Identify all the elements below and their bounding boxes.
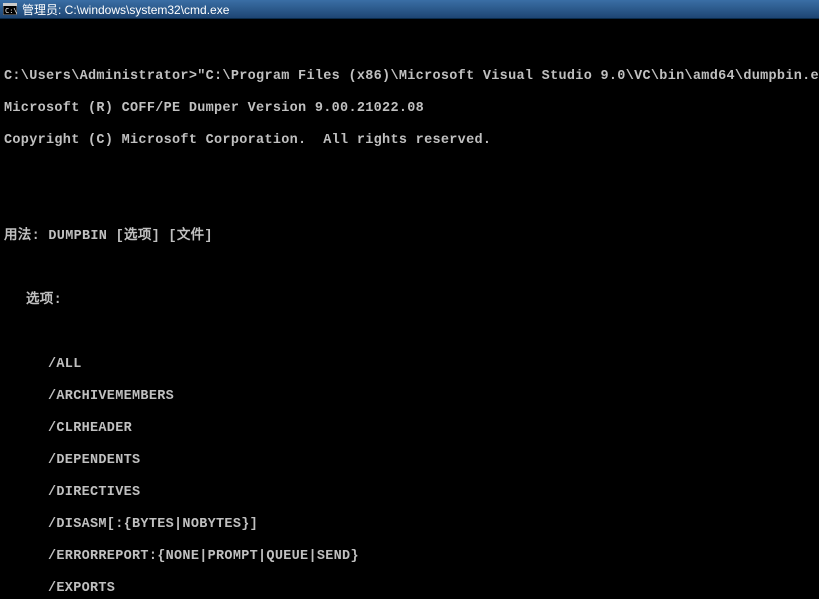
window-title: 管理员: C:\windows\system32\cmd.exe <box>22 1 229 18</box>
terminal-line <box>4 197 815 213</box>
terminal-option-line: /CLRHEADER <box>4 421 815 437</box>
terminal-option-line: /ERRORREPORT:{NONE|PROMPT|QUEUE|SEND} <box>4 549 815 565</box>
terminal-option-line: /DEPENDENTS <box>4 453 815 469</box>
svg-text:C:\: C:\ <box>5 7 17 15</box>
terminal-usage-line: 用法: DUMPBIN [选项] [文件] <box>4 229 815 245</box>
terminal-option-line: /DIRECTIVES <box>4 485 815 501</box>
terminal-option-line: /ALL <box>4 357 815 373</box>
terminal-line <box>4 325 815 341</box>
terminal-line <box>4 261 815 277</box>
terminal-copyright-line: Copyright (C) Microsoft Corporation. All… <box>4 133 815 149</box>
terminal-line <box>4 37 815 53</box>
terminal-option-line: /DISASM[:{BYTES|NOBYTES}] <box>4 517 815 533</box>
terminal-option-line: /EXPORTS <box>4 581 815 597</box>
cmd-icon: C:\ <box>2 2 18 16</box>
terminal-output[interactable]: C:\Users\Administrator>"C:\Program Files… <box>0 19 819 599</box>
terminal-header-line: Microsoft (R) COFF/PE Dumper Version 9.0… <box>4 101 815 117</box>
terminal-options-header: 选项: <box>4 293 815 309</box>
terminal-line <box>4 165 815 181</box>
terminal-prompt-command: C:\Users\Administrator>"C:\Program Files… <box>4 69 815 85</box>
terminal-option-line: /ARCHIVEMEMBERS <box>4 389 815 405</box>
window-titlebar: C:\ 管理员: C:\windows\system32\cmd.exe <box>0 0 819 19</box>
